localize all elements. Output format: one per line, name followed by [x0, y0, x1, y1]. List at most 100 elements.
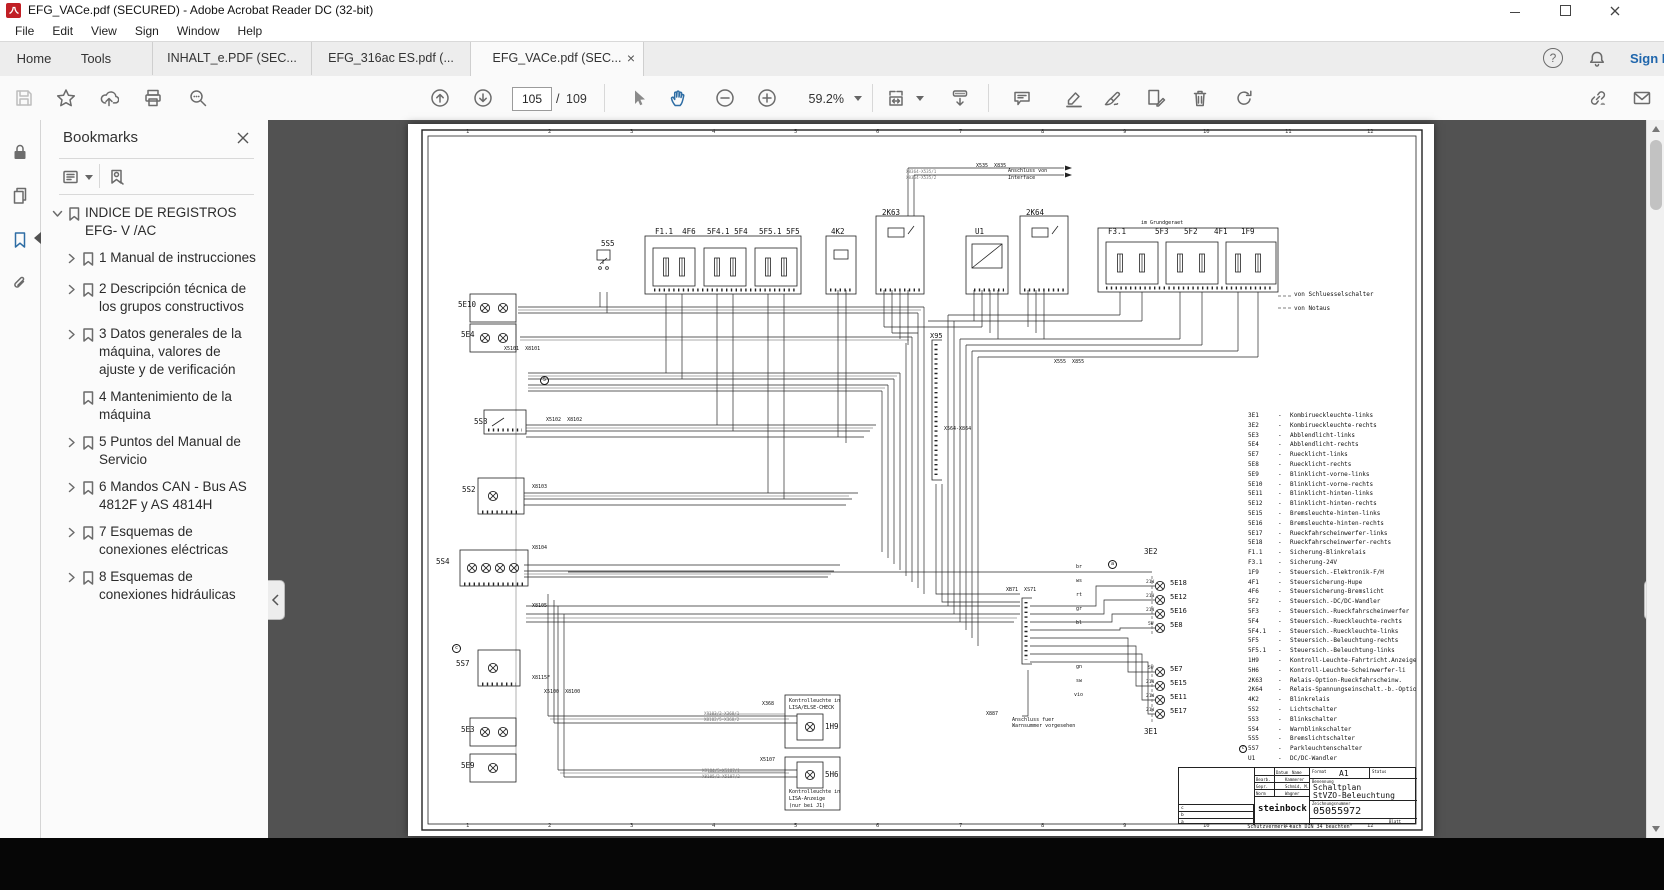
security-lock-icon[interactable] — [10, 142, 30, 167]
legend-dash: - — [1278, 734, 1290, 744]
tab-home[interactable]: Home — [10, 42, 58, 76]
menu-item[interactable]: File — [6, 22, 43, 40]
scroll-down-arrow-icon[interactable] — [1652, 826, 1660, 832]
chevron-right-icon[interactable] — [65, 388, 81, 409]
bookmark-label[interactable]: 8 Esquemas de conexiones hidráulicas — [99, 568, 257, 604]
bookmark-item[interactable]: 6 Mandos CAN - Bus AS 4812F y AS 4814H — [65, 478, 264, 514]
hand-tool-icon[interactable] — [668, 88, 688, 108]
bookmark-item[interactable]: 7 Esquemas de conexiones eléctricas — [65, 523, 264, 559]
bookmarks-panel-title: Bookmarks — [63, 129, 138, 146]
bookmark-item[interactable]: 3 Datos generales de la máquina, valores… — [65, 325, 264, 379]
schematic-label: 5F5.1 5F5 — [759, 228, 800, 236]
fit-width-icon[interactable] — [886, 88, 906, 108]
bookmark-item[interactable]: 5 Puntos del Manual de Servicio — [65, 433, 264, 469]
fill-sign-icon[interactable] — [1102, 88, 1122, 108]
bookmark-item[interactable]: 1 Manual de instrucciones — [65, 249, 264, 271]
scroll-up-arrow-icon[interactable] — [1652, 126, 1660, 132]
comment-icon[interactable] — [1012, 88, 1032, 108]
menu-item[interactable]: Help — [229, 22, 272, 40]
scrolling-mode-icon[interactable] — [950, 88, 970, 108]
bookmark-item[interactable]: 8 Esquemas de conexiones hidráulicas — [65, 568, 264, 604]
next-page-icon[interactable] — [473, 88, 493, 108]
minimize-button[interactable] — [1492, 0, 1538, 21]
scrollbar-thumb[interactable] — [1650, 140, 1662, 210]
document-area[interactable]: 123456789101112 123456789101112 5S5F1.1 … — [268, 120, 1646, 838]
cloud-upload-icon[interactable] — [99, 88, 119, 108]
bookmark-options-caret[interactable] — [85, 175, 93, 180]
print-icon[interactable] — [143, 88, 163, 108]
help-icon[interactable]: ? — [1543, 48, 1563, 68]
page-thumbnails-icon[interactable] — [10, 186, 30, 211]
delete-pages-icon[interactable] — [1190, 88, 1210, 108]
bookmark-label[interactable]: 6 Mandos CAN - Bus AS 4812F y AS 4814H — [99, 478, 257, 514]
bookmarks-close-icon[interactable] — [236, 131, 250, 150]
highlighter-icon[interactable] — [1064, 88, 1084, 108]
chevron-right-icon[interactable] — [65, 280, 81, 301]
bookmark-label[interactable]: 4 Mantenimiento de la máquina — [99, 388, 257, 424]
select-tool-icon[interactable] — [628, 88, 648, 108]
menu-item[interactable]: View — [82, 22, 126, 40]
document-tab[interactable]: EFG_316ac ES.pdf (... — [311, 42, 470, 75]
chevron-right-icon[interactable] — [65, 568, 81, 589]
zoom-in-icon[interactable] — [757, 88, 777, 108]
sign-in-button[interactable]: Sign In — [1630, 42, 1664, 76]
zoom-out-icon[interactable] — [715, 88, 735, 108]
chevron-right-icon[interactable] — [65, 433, 81, 454]
legend-row: 5F4 - Steuersich.-Rueckleuchte-rechts — [1248, 617, 1416, 627]
chevron-right-icon[interactable] — [65, 325, 81, 346]
legend-ref: 5S7 — [1248, 744, 1278, 754]
save-icon[interactable] — [14, 88, 34, 108]
edit-pdf-icon[interactable] — [1146, 88, 1166, 108]
zoom-dropdown-caret[interactable] — [854, 96, 862, 101]
legend-row: 1F9 - Steuersich.-Elektronik-F/H — [1248, 568, 1416, 578]
bookmark-root-item[interactable]: INDICE DE REGISTROS EFG- V /AC — [51, 204, 264, 240]
legend-ref: 5F4 — [1248, 617, 1278, 627]
share-link-icon[interactable] — [1588, 88, 1608, 108]
tab-close-icon[interactable]: × — [627, 42, 635, 75]
bookmark-label[interactable]: 2 Descripción técnica de los grupos cons… — [99, 280, 257, 316]
page-number-input[interactable] — [512, 87, 552, 111]
tab-tools[interactable]: Tools — [68, 42, 124, 76]
bookmark-options-icon[interactable] — [61, 167, 81, 192]
schematic-label: vio — [1074, 693, 1083, 699]
legend-description: DC/DC-Wandler — [1290, 754, 1416, 764]
email-icon[interactable] — [1632, 88, 1652, 108]
menu-item[interactable]: Sign — [126, 22, 168, 40]
menu-item[interactable]: Window — [168, 22, 229, 40]
chevron-right-icon[interactable] — [65, 249, 81, 270]
bookmark-label[interactable]: 3 Datos generales de la máquina, valores… — [99, 325, 257, 379]
chevron-right-icon[interactable] — [65, 523, 81, 544]
close-button[interactable] — [1592, 0, 1638, 21]
document-tab[interactable]: INHALT_e.PDF (SEC... — [152, 42, 311, 75]
legend-row: 5F3 - Steuersich.-Rueckfahrscheinwerfer — [1248, 607, 1416, 617]
fit-dropdown-caret[interactable] — [916, 96, 924, 101]
bookmarks-panel-icon[interactable] — [10, 230, 30, 255]
schematic-label: 5E7 — [1170, 666, 1183, 674]
maximize-button[interactable] — [1542, 0, 1588, 21]
star-icon[interactable] — [56, 88, 76, 108]
attachments-paperclip-icon[interactable] — [10, 274, 30, 299]
vertical-scrollbar[interactable] — [1646, 120, 1664, 838]
schematic-label: bl — [1076, 621, 1082, 627]
legend-dash: - — [1278, 440, 1290, 450]
bookmark-label[interactable]: 7 Esquemas de conexiones eléctricas — [99, 523, 257, 559]
new-bookmark-icon[interactable] — [107, 167, 127, 192]
bookmark-item[interactable]: 4 Mantenimiento de la máquina — [65, 388, 264, 424]
bookmark-item[interactable]: 2 Descripción técnica de los grupos cons… — [65, 280, 264, 316]
document-tab[interactable]: EFG_VACe.pdf (SEC... × — [470, 42, 644, 77]
previous-page-icon[interactable] — [430, 88, 450, 108]
legend-row: 4F1 - Steuersicherung-Hupe — [1248, 578, 1416, 588]
chevron-right-icon[interactable] — [65, 478, 81, 499]
bookmark-label[interactable]: 1 Manual de instrucciones — [99, 249, 257, 267]
notification-bell-icon[interactable] — [1587, 49, 1607, 74]
menu-item[interactable]: Edit — [43, 22, 82, 40]
schematic-label: 3E1 — [1144, 728, 1158, 736]
bookmark-label[interactable]: INDICE DE REGISTROS EFG- V /AC — [85, 204, 243, 240]
zoom-level-value[interactable]: 59.2% — [800, 92, 844, 106]
chevron-down-icon[interactable] — [51, 204, 67, 225]
rotate-icon[interactable] — [1234, 88, 1254, 108]
collapse-panel-handle[interactable] — [268, 580, 285, 620]
bookmark-label[interactable]: 5 Puntos del Manual de Servicio — [99, 433, 257, 469]
search-icon[interactable] — [188, 88, 208, 108]
tab-label: INHALT_e.PDF (SEC... — [161, 51, 303, 65]
